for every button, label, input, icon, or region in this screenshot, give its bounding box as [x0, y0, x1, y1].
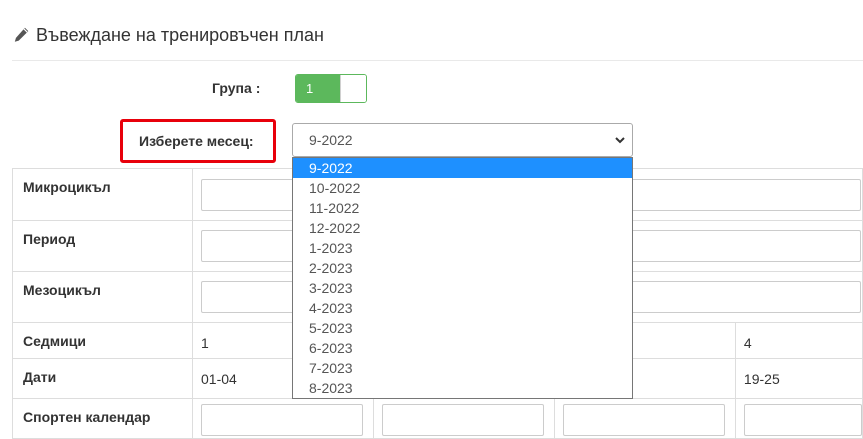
- row-label-dates: Дати: [11, 358, 194, 399]
- calendar-input[interactable]: [743, 404, 862, 436]
- header-divider: [12, 60, 863, 61]
- calendar-cell-1: [192, 398, 374, 439]
- calendar-input[interactable]: [381, 404, 544, 436]
- month-option[interactable]: 1-2023: [293, 238, 632, 258]
- group-label: Група :: [212, 80, 261, 96]
- chevron-down-icon: [615, 137, 625, 144]
- group-toggle-value: 1: [296, 75, 340, 102]
- row-label-mesocycle: Мезоцикъл: [11, 271, 194, 323]
- calendar-input[interactable]: [562, 404, 725, 436]
- month-option[interactable]: 9-2022: [293, 158, 632, 178]
- pencil-icon: [14, 27, 29, 42]
- group-toggle-knob[interactable]: [340, 75, 366, 102]
- week-cell-4: 4: [734, 322, 863, 359]
- month-select-value: 9-2022: [309, 132, 353, 148]
- month-option[interactable]: 12-2022: [293, 218, 632, 238]
- calendar-input[interactable]: [201, 404, 364, 436]
- month-option[interactable]: 6-2023: [293, 338, 632, 358]
- page-title: Въвеждане на тренировъчен план: [36, 24, 324, 45]
- date-range: 19-25: [743, 371, 780, 387]
- month-option[interactable]: 5-2023: [293, 318, 632, 338]
- month-option[interactable]: 3-2023: [293, 278, 632, 298]
- calendar-cell-2: [372, 398, 555, 439]
- month-option[interactable]: 10-2022: [293, 178, 632, 198]
- date-cell-4: 19-25: [734, 358, 863, 399]
- week-number: 4: [743, 335, 752, 351]
- group-toggle[interactable]: 1: [295, 74, 367, 103]
- calendar-cell-3: [553, 398, 736, 439]
- month-option[interactable]: 2-2023: [293, 258, 632, 278]
- month-dropdown-list[interactable]: 9-2022 10-2022 11-2022 12-2022 1-2023 2-…: [292, 157, 633, 399]
- month-option[interactable]: 7-2023: [293, 358, 632, 378]
- month-option[interactable]: 8-2023: [293, 378, 632, 398]
- page-header: Въвеждане на тренировъчен план: [12, 22, 324, 48]
- row-label-period: Период: [11, 220, 194, 272]
- month-option[interactable]: 4-2023: [293, 298, 632, 318]
- row-label-microcycle: Микроцикъл: [11, 168, 194, 221]
- month-label: Изберете месец:: [139, 133, 254, 149]
- month-option[interactable]: 11-2022: [293, 198, 632, 218]
- calendar-cell-4: [734, 398, 863, 439]
- month-select[interactable]: 9-2022: [292, 123, 633, 157]
- row-label-weeks: Седмици: [11, 322, 194, 359]
- row-label-sport-calendar: Спортен календар: [11, 398, 194, 439]
